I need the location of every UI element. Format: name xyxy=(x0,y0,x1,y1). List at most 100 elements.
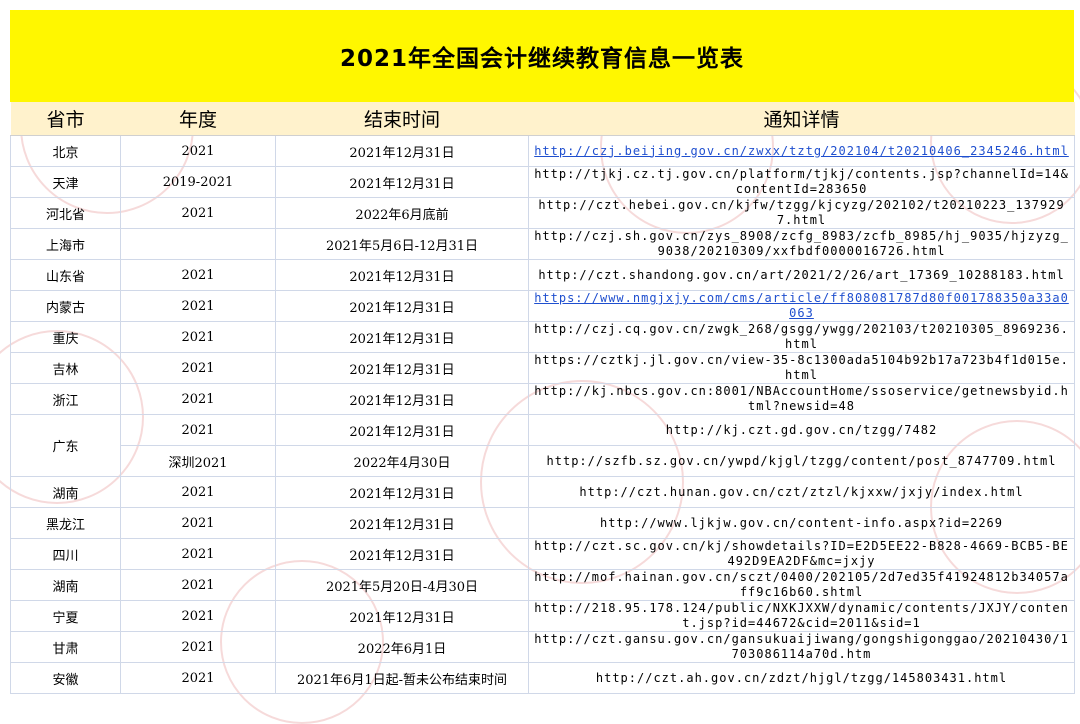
notice-cell[interactable]: https://cztkj.jl.gov.cn/view-35-8c1300ad… xyxy=(528,352,1075,384)
notice-cell[interactable]: http://218.95.178.124/public/NXKJXXW/dyn… xyxy=(528,600,1075,632)
end-time-cell: 2021年12月31日 xyxy=(275,321,529,353)
year-cell: 2021 xyxy=(120,414,276,446)
notice-cell: http://czj.beijing.gov.cn/zwxx/tztg/2021… xyxy=(528,135,1075,167)
header-row: 省市 年度 结束时间 通知详情 xyxy=(10,102,1075,136)
end-time-cell: 2021年12月31日 xyxy=(275,383,529,415)
end-time-cell: 2021年12月31日 xyxy=(275,507,529,539)
table-row: 湖南 2021 2021年5月20日-4月30日 http://mof.hainan.… xyxy=(10,569,1075,601)
notice-url-text: http://czt.gansu.gov.cn/gansukuaijiwang/… xyxy=(534,632,1069,662)
notice-cell[interactable]: http://czj.sh.gov.cn/zys_8908/zcfg_8983/… xyxy=(528,228,1075,260)
table-row: 浙江 2021 2021年12月31日 http://kj.nbcs.gov.cn:8… xyxy=(10,383,1075,415)
table-row: 甘肃 2021 2022年6月1日 http://czt.gansu.gov.cn/g… xyxy=(10,631,1075,663)
end-time-cell: 2021年12月31日 xyxy=(275,135,529,167)
table-row: 北京 2021 2021年12月31日 http://czj.beijing.gov.… xyxy=(10,135,1075,167)
notice-cell[interactable]: http://czt.hebei.gov.cn/kjfw/tzgg/kjcyzg… xyxy=(528,197,1075,229)
notice-url-text: http://czt.hunan.gov.cn/czt/ztzl/kjxxw/j… xyxy=(579,484,1024,499)
header-year: 年度 xyxy=(120,102,276,136)
notice-url-text: http://www.ljkjw.gov.cn/content-info.asp… xyxy=(599,515,1003,530)
header-notice: 通知详情 xyxy=(528,102,1075,136)
notice-cell[interactable]: http://kj.czt.gd.gov.cn/tzgg/7482 xyxy=(528,414,1075,446)
year-cell: 2019-2021 xyxy=(120,166,276,198)
end-time-cell: 2021年6月1日起-暂未公布结束时间 xyxy=(275,662,529,694)
notice-url-text: http://kj.czt.gd.gov.cn/tzgg/7482 xyxy=(665,422,938,437)
end-time-cell: 2021年12月31日 xyxy=(275,290,529,322)
end-time-cell: 2022年6月1日 xyxy=(275,631,529,663)
page-title: 2021年全国会计继续教育信息一览表 xyxy=(339,46,744,72)
year-cell: 2021 xyxy=(120,259,276,291)
table-row: 湖南 2021 2021年12月31日 http://czt.hunan.gov.cn… xyxy=(10,476,1075,508)
notice-link[interactable]: https://www.nmgjxjy.com/cms/article/ff80… xyxy=(531,292,1072,321)
notice-cell[interactable]: http://czj.cq.gov.cn/zwgk_268/gsgg/ywgg/… xyxy=(528,321,1075,353)
notice-url-text: http://czt.shandong.gov.cn/art/2021/2/26… xyxy=(538,267,1065,282)
notice-cell[interactable]: http://czt.hunan.gov.cn/czt/ztzl/kjxxw/j… xyxy=(528,476,1075,508)
notice-link[interactable]: http://czj.beijing.gov.cn/zwxx/tztg/2021… xyxy=(531,144,1072,159)
table-row: 宁夏 2021 2021年12月31日 http://218.95.178.124/p… xyxy=(10,600,1075,632)
province-cell: 上海市 xyxy=(10,228,121,260)
province-cell: 河北省 xyxy=(10,197,121,229)
notice-cell[interactable]: http://mof.hainan.gov.cn/sczt/0400/20210… xyxy=(528,569,1075,601)
table-row: 山东省 2021 2021年12月31日 http://czt.shandong.go… xyxy=(10,259,1075,291)
year-cell: 2021 xyxy=(120,507,276,539)
notice-cell[interactable]: http://czt.shandong.gov.cn/art/2021/2/26… xyxy=(528,259,1075,291)
table-row: 安徽 2021 2021年6月1日起-暂未公布结束时间 http://czt.ah.g… xyxy=(10,662,1075,694)
year-cell: 深圳2021 xyxy=(120,445,276,477)
province-cell: 甘肃 xyxy=(10,631,121,663)
end-time-cell: 2021年5月20日-4月30日 xyxy=(275,569,529,601)
province-cell: 安徽 xyxy=(10,662,121,694)
table-row: 重庆 2021 2021年12月31日 http://czj.cq.gov.cn/zw… xyxy=(10,321,1075,353)
province-cell: 内蒙古 xyxy=(10,290,121,322)
end-time-cell: 2021年12月31日 xyxy=(275,259,529,291)
table-row: 内蒙古 2021 2021年12月31日 https://www.nmgjxjy.co… xyxy=(10,290,1075,322)
year-cell: 2021 xyxy=(120,631,276,663)
year-cell xyxy=(120,228,276,260)
year-cell: 2021 xyxy=(120,135,276,167)
notice-cell[interactable]: http://czt.ah.gov.cn/zdzt/hjgl/tzgg/1458… xyxy=(528,662,1075,694)
province-cell: 广东 xyxy=(10,414,121,477)
province-cell: 吉林 xyxy=(10,352,121,384)
table-row: 吉林 2021 2021年12月31日 https://cztkj.jl.gov.cn… xyxy=(10,352,1075,384)
end-time-cell: 2021年12月31日 xyxy=(275,476,529,508)
year-cell: 2021 xyxy=(120,383,276,415)
table-row: 广东 2021 2021年12月31日 http://kj.czt.gd.gov.cn… xyxy=(10,414,1075,477)
notice-url-text: https://cztkj.jl.gov.cn/view-35-8c1300ad… xyxy=(534,353,1069,383)
notice-url-text: http://szfb.sz.gov.cn/ywpd/kjgl/tzgg/con… xyxy=(546,453,1057,468)
province-cell: 重庆 xyxy=(10,321,121,353)
notice-url-text: http://czj.cq.gov.cn/zwgk_268/gsgg/ywgg/… xyxy=(534,322,1069,352)
notice-url-text: http://tjkj.cz.tj.gov.cn/platform/tjkj/c… xyxy=(534,167,1069,197)
year-cell: 2021 xyxy=(120,538,276,570)
province-cell: 宁夏 xyxy=(10,600,121,632)
end-time-cell: 2021年12月31日 xyxy=(275,414,529,446)
header-province: 省市 xyxy=(10,102,121,136)
notice-cell[interactable]: http://szfb.sz.gov.cn/ywpd/kjgl/tzgg/con… xyxy=(528,445,1075,477)
table-body: 北京 2021 2021年12月31日 http://czj.beijing.gov.… xyxy=(10,135,1075,694)
info-table: 省市 年度 结束时间 通知详情 北京 2021 2021年12月31日 http://… xyxy=(10,102,1075,694)
notice-url-text: http://czt.ah.gov.cn/zdzt/hjgl/tzgg/1458… xyxy=(595,670,1008,685)
notice-cell[interactable]: http://czt.sc.gov.cn/kj/showdetails?ID=E… xyxy=(528,538,1075,570)
province-cell: 天津 xyxy=(10,166,121,198)
year-cell: 2021 xyxy=(120,352,276,384)
year-cell: 2021 xyxy=(120,600,276,632)
notice-url-text: http://kj.nbcs.gov.cn:8001/NBAccountHome… xyxy=(534,384,1069,414)
end-time-cell: 2021年12月31日 xyxy=(275,538,529,570)
province-cell: 四川 xyxy=(10,538,121,570)
province-cell: 黑龙江 xyxy=(10,507,121,539)
notice-cell: https://www.nmgjxjy.com/cms/article/ff80… xyxy=(528,290,1075,322)
province-cell: 湖南 xyxy=(10,476,121,508)
table-row: 四川 2021 2021年12月31日 http://czt.sc.gov.cn/kj… xyxy=(10,538,1075,570)
year-cell: 2021 xyxy=(120,197,276,229)
notice-cell[interactable]: http://tjkj.cz.tj.gov.cn/platform/tjkj/c… xyxy=(528,166,1075,198)
province-cell: 湖南 xyxy=(10,569,121,601)
year-cell: 2021 xyxy=(120,662,276,694)
table-row: 上海市 2021年5月6日-12月31日 http://czj.sh.gov.cn/… xyxy=(10,228,1075,260)
notice-url-text: http://czt.hebei.gov.cn/kjfw/tzgg/kjcyzg… xyxy=(538,198,1065,228)
table-row: 黑龙江 2021 2021年12月31日 http://www.ljkjw.gov.c… xyxy=(10,507,1075,539)
province-cell: 北京 xyxy=(10,135,121,167)
notice-url-text: http://218.95.178.124/public/NXKJXXW/dyn… xyxy=(534,601,1069,631)
notice-url-text: http://czj.sh.gov.cn/zys_8908/zcfg_8983/… xyxy=(534,229,1069,259)
year-cell: 2021 xyxy=(120,476,276,508)
end-time-cell: 2021年12月31日 xyxy=(275,600,529,632)
notice-cell[interactable]: http://kj.nbcs.gov.cn:8001/NBAccountHome… xyxy=(528,383,1075,415)
end-time-cell: 2022年6月底前 xyxy=(275,197,529,229)
notice-cell[interactable]: http://czt.gansu.gov.cn/gansukuaijiwang/… xyxy=(528,631,1075,663)
notice-cell[interactable]: http://www.ljkjw.gov.cn/content-info.asp… xyxy=(528,507,1075,539)
